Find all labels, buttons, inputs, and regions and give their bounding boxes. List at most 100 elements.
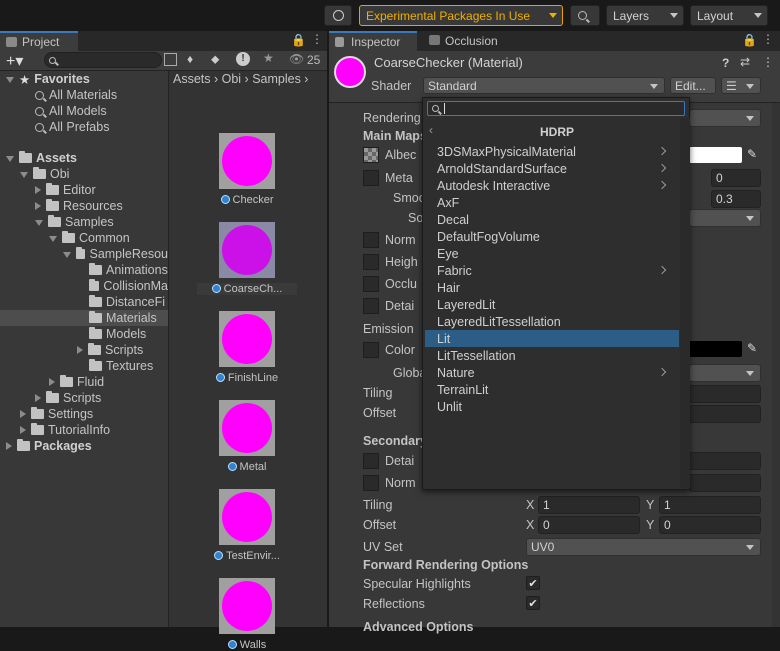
detail-mask-slot[interactable]	[363, 298, 379, 314]
tree-item-all-materials[interactable]: All Materials	[0, 87, 168, 103]
experimental-packages-button[interactable]: Experimental Packages In Use	[359, 5, 563, 26]
layers-dropdown[interactable]: Layers	[606, 5, 684, 26]
shader-item-lit[interactable]: Lit	[425, 330, 679, 347]
tree-item-editor[interactable]: Editor	[0, 182, 168, 198]
inspector-scrollbar[interactable]	[772, 103, 780, 627]
tree-item-models[interactable]: Models	[0, 326, 168, 342]
tree-item-samples[interactable]: Samples	[0, 214, 168, 230]
shader-item-defaultfogvolume[interactable]: DefaultFogVolume	[423, 228, 679, 245]
search-by-type-icon[interactable]	[164, 53, 177, 66]
detail-albedo-slot[interactable]	[363, 453, 379, 469]
shader-item-layeredlittessellation[interactable]: LayeredLitTessellation	[423, 313, 679, 330]
project-search-input[interactable]	[44, 52, 162, 68]
tree-item-favorites[interactable]: ★ Favorites	[0, 71, 168, 87]
secondary-tiling-x-field[interactable]: 1	[538, 496, 640, 514]
rendering-mode-dropdown[interactable]	[689, 109, 761, 127]
smoothness-value-field[interactable]: 0.3	[711, 190, 761, 208]
secondary-tiling-y-field[interactable]: 1	[659, 496, 761, 514]
uv-set-dropdown[interactable]: UV0	[526, 538, 761, 556]
shader-item-fabric[interactable]: Fabric	[423, 262, 679, 279]
normal-texture-slot[interactable]	[363, 232, 379, 248]
popup-scrollbar[interactable]	[680, 118, 690, 488]
tree-item-distance[interactable]: DistanceFi	[0, 294, 168, 310]
add-icon[interactable]: +▾	[6, 51, 23, 71]
emission-texture-slot[interactable]	[363, 342, 379, 358]
eyedropper-icon[interactable]: ✎	[747, 147, 757, 161]
eyedropper-icon[interactable]: ✎	[747, 341, 757, 355]
shader-item-hair[interactable]: Hair	[423, 279, 679, 296]
tiling-y-field[interactable]	[689, 385, 761, 403]
asset-label-testenvironment[interactable]: TestEnvir...	[197, 550, 297, 562]
tree-item-all-models[interactable]: All Models	[0, 103, 168, 119]
layout-dropdown[interactable]: Layout	[690, 5, 768, 26]
detail-normal-slot[interactable]	[363, 475, 379, 491]
asset-label-finishline[interactable]: FinishLine	[197, 372, 297, 384]
tab-inspector[interactable]: Inspector	[329, 31, 417, 51]
search-by-label-icon[interactable]: ♦	[187, 52, 193, 66]
favorite-star-icon[interactable]: ★	[263, 51, 274, 65]
tree-item-fluid[interactable]: Fluid	[0, 374, 168, 390]
tree-item-packages[interactable]: Packages	[0, 438, 168, 454]
asset-thumb-walls[interactable]	[219, 578, 275, 634]
lock-icon[interactable]: 🔒	[742, 33, 757, 47]
asset-thumb-checker[interactable]	[219, 133, 275, 189]
tab-project[interactable]: Project	[0, 31, 78, 51]
more-options-icon[interactable]: ⋮	[762, 55, 774, 69]
tree-item-scripts[interactable]: Scripts	[0, 390, 168, 406]
history-button[interactable]	[324, 5, 352, 26]
metallic-texture-slot[interactable]	[363, 170, 379, 186]
tree-item-scripts-inner[interactable]: Scripts	[0, 342, 168, 358]
tree-item-textures[interactable]: Textures	[0, 358, 168, 374]
shader-item-layeredlit[interactable]: LayeredLit	[423, 296, 679, 313]
shader-dropdown[interactable]: Standard	[423, 77, 665, 94]
tree-item-tutorialinfo[interactable]: TutorialInfo	[0, 422, 168, 438]
more-options-icon[interactable]: ⋮	[762, 32, 774, 46]
edit-shader-button[interactable]: Edit...	[670, 77, 716, 94]
tree-item-collision[interactable]: CollisionMa	[0, 278, 168, 294]
tab-occlusion[interactable]: Occlusion	[423, 31, 513, 51]
asset-label-metal[interactable]: Metal	[197, 461, 297, 473]
warning-icon[interactable]: !	[236, 52, 250, 66]
search-button[interactable]	[570, 5, 600, 26]
tree-item-sampleresources[interactable]: SampleResou	[0, 246, 168, 262]
tree-item-settings[interactable]: Settings	[0, 406, 168, 422]
shader-item-autodesk-interactive[interactable]: Autodesk Interactive	[423, 177, 679, 194]
shader-item-eye[interactable]: Eye	[423, 245, 679, 262]
offset-y-field[interactable]	[689, 405, 761, 423]
preset-icon[interactable]: ⇄	[740, 55, 750, 69]
visibility-eye-icon[interactable]: 👁	[289, 52, 304, 66]
tag-icon[interactable]: ⬥	[211, 52, 219, 67]
asset-label-checker[interactable]: Checker	[197, 194, 297, 206]
asset-thumb-coarsechecker[interactable]	[219, 222, 275, 278]
shader-item-unlit[interactable]: Unlit	[423, 398, 679, 415]
height-texture-slot[interactable]	[363, 254, 379, 270]
shader-options-button[interactable]: ☰	[721, 77, 761, 94]
smoothness-source-dropdown[interactable]	[689, 209, 761, 227]
global-illumination-dropdown[interactable]	[689, 364, 761, 382]
tree-item-resources[interactable]: Resources	[0, 198, 168, 214]
tree-item-animations[interactable]: Animations	[0, 262, 168, 278]
asset-label-coarsechecker[interactable]: CoarseCh...	[197, 283, 297, 295]
asset-thumb-finishline[interactable]	[219, 311, 275, 367]
detail-normal-field[interactable]	[689, 474, 761, 492]
shader-item-littessellation[interactable]: LitTessellation	[423, 347, 679, 364]
asset-label-walls[interactable]: Walls	[197, 639, 297, 651]
detail-albedo-field[interactable]	[689, 452, 761, 470]
shader-item-nature[interactable]: Nature	[423, 364, 679, 381]
emission-color-field[interactable]	[689, 341, 742, 357]
secondary-offset-y-field[interactable]: 0	[659, 516, 761, 534]
lock-icon[interactable]: 🔒	[291, 33, 306, 47]
more-options-icon[interactable]: ⋮	[311, 32, 323, 46]
shader-item-arnoldstandardsurface[interactable]: ArnoldStandardSurface	[423, 160, 679, 177]
shader-item-axf[interactable]: AxF	[423, 194, 679, 211]
shader-item-decal[interactable]: Decal	[423, 211, 679, 228]
albedo-texture-slot[interactable]	[363, 147, 379, 163]
shader-item-terrainlit[interactable]: TerrainLit	[423, 381, 679, 398]
asset-thumb-metal[interactable]	[219, 400, 275, 456]
shader-search-input[interactable]	[427, 101, 685, 116]
tree-item-common[interactable]: Common	[0, 230, 168, 246]
asset-thumb-testenvironment[interactable]	[219, 489, 275, 545]
reflections-checkbox[interactable]: ✔	[526, 596, 540, 610]
metallic-value-field[interactable]: 0	[711, 169, 761, 187]
albedo-color-field[interactable]	[689, 147, 742, 163]
